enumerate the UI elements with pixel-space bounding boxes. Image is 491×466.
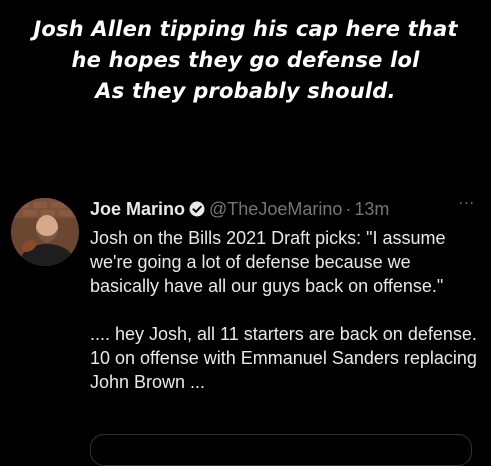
header-separator: ·: [345, 198, 352, 219]
tweet-card[interactable]: Joe Marino @TheJoeMarino · 13m ··· Josh …: [0, 188, 491, 466]
caption-line-2: he hopes they go defense lol: [71, 48, 420, 72]
tweet-text: Josh on the Bills 2021 Draft picks: "I a…: [90, 226, 482, 394]
verified-badge-icon: [189, 201, 205, 217]
avatar-image: [11, 198, 79, 266]
author-handle[interactable]: @TheJoeMarino: [209, 199, 342, 220]
meme-caption: Josh Allen tipping his cap here that he …: [0, 14, 491, 107]
caption-line-3: As they probably should.: [95, 79, 396, 103]
avatar[interactable]: [11, 198, 79, 266]
quoted-tweet-card[interactable]: [90, 434, 472, 466]
tweet-paragraph-2: .... hey Josh, all 11 starters are back …: [90, 324, 477, 392]
tweet-header: Joe Marino @TheJoeMarino · 13m: [90, 196, 389, 222]
tweet-timestamp[interactable]: 13m: [354, 199, 389, 220]
author-name[interactable]: Joe Marino: [90, 199, 185, 220]
more-options-icon[interactable]: ···: [459, 196, 475, 212]
tweet-paragraph-1: Josh on the Bills 2021 Draft picks: "I a…: [90, 228, 446, 296]
caption-line-1: Josh Allen tipping his cap here that: [33, 17, 458, 41]
